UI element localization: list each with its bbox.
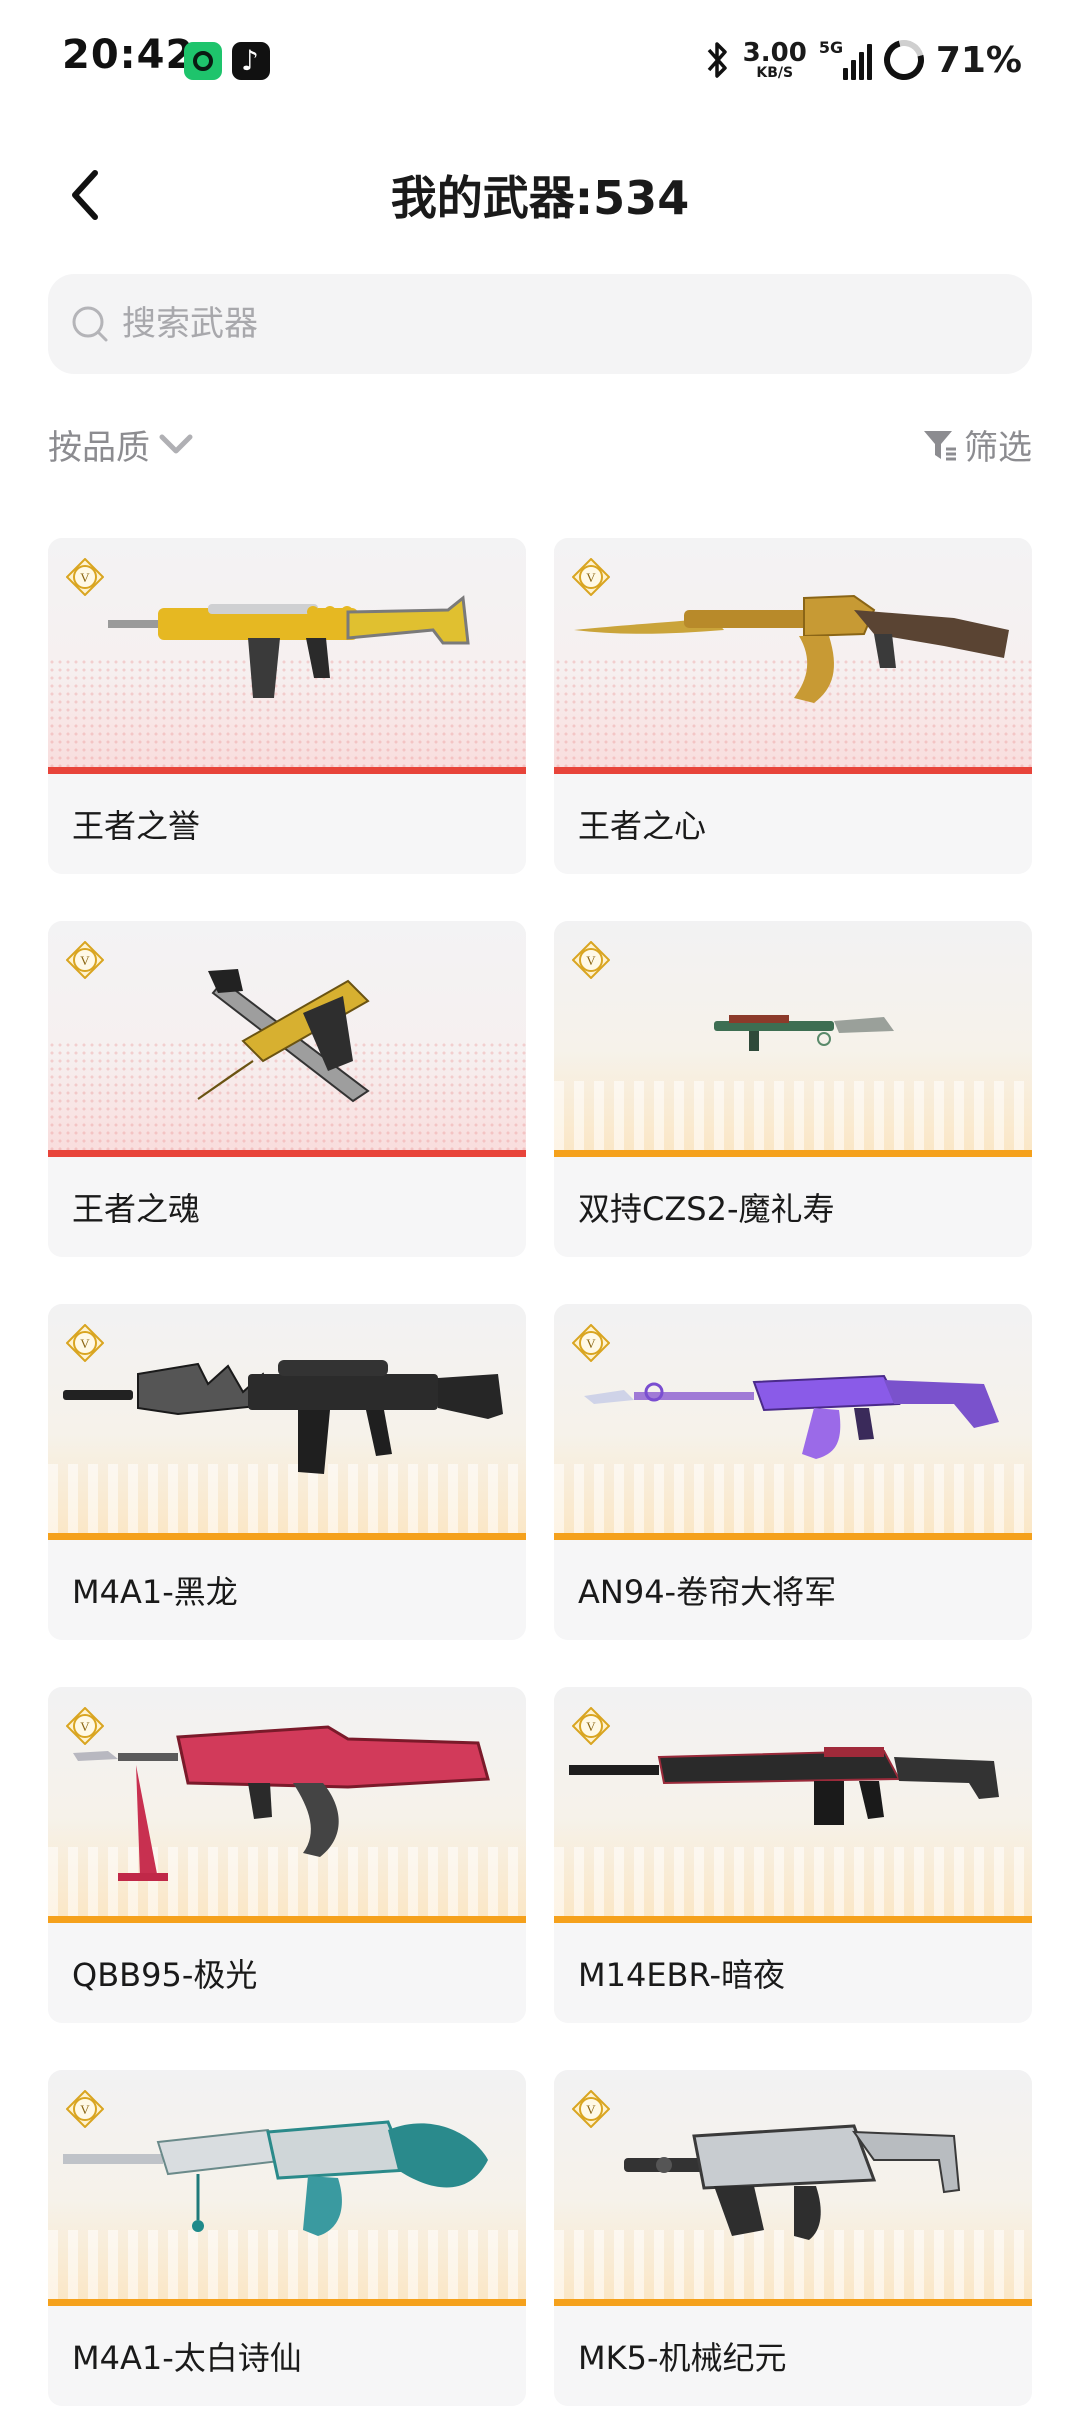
- weapon-image: [197, 969, 370, 1103]
- weapon-card[interactable]: V 王者之誉: [48, 538, 526, 874]
- vip-badge-label: V: [80, 1719, 90, 1734]
- weapon-image-area: V: [48, 538, 526, 774]
- video-app-icon: [184, 42, 222, 80]
- quality-bar: [48, 767, 526, 774]
- weapon-card[interactable]: V MK5-机械纪元: [554, 2070, 1032, 2406]
- filter-label: 筛选: [964, 428, 1032, 468]
- vip-badge-label: V: [80, 2102, 90, 2117]
- signal-icon: 5G: [818, 38, 872, 80]
- weapon-name: 双持CZS2-魔礼寿: [554, 1157, 1032, 1257]
- weapon-card[interactable]: V M14EBR-暗夜: [554, 1687, 1032, 2023]
- weapon-name: M4A1-太白诗仙: [48, 2306, 526, 2406]
- weapon-card[interactable]: V 王者之心: [554, 538, 1032, 874]
- weapon-name: QBB95-极光: [48, 1923, 526, 2023]
- weapon-image: [73, 1725, 490, 1881]
- vip-badge-icon: V: [572, 1324, 610, 1362]
- chevron-down-icon: [159, 434, 193, 453]
- vip-badge-icon: V: [572, 941, 610, 979]
- quality-bar: [554, 1150, 1032, 1157]
- weapon-image: [624, 2124, 961, 2240]
- quality-bar: [554, 1533, 1032, 1540]
- weapon-image-area: V: [554, 1304, 1032, 1540]
- vip-badge-icon: V: [66, 941, 104, 979]
- weapon-name: M4A1-黑龙: [48, 1540, 526, 1640]
- vip-badge-icon: V: [66, 1707, 104, 1745]
- quality-bar: [48, 1916, 526, 1923]
- weapon-grid: V 王者之誉 V 王者之心 V 王者之魂 V 双持CZS2-魔礼寿 V M4A1…: [48, 538, 1032, 2406]
- weapon-card[interactable]: V QBB95-极光: [48, 1687, 526, 2023]
- vip-badge-icon: V: [66, 558, 104, 596]
- battery-percent: 71%: [935, 39, 1022, 81]
- network-speed-value: 3.00: [742, 38, 807, 68]
- weapon-image: [584, 1374, 999, 1459]
- weapon-name: M14EBR-暗夜: [554, 1923, 1032, 2023]
- quality-bar: [48, 1533, 526, 1540]
- vip-badge-label: V: [80, 570, 90, 585]
- weapon-card[interactable]: V M4A1-太白诗仙: [48, 2070, 526, 2406]
- page-title: 我的武器:534: [390, 171, 690, 225]
- search-bar[interactable]: [48, 274, 1032, 374]
- weapon-image: [63, 1360, 503, 1474]
- weapon-image: [63, 2120, 488, 2236]
- search-input[interactable]: [122, 304, 982, 344]
- weapon-image: [569, 1747, 999, 1825]
- weapon-card[interactable]: V AN94-卷帘大将军: [554, 1304, 1032, 1640]
- weapon-image-area: V: [48, 1687, 526, 1923]
- filter-row: 按品质 筛选: [48, 420, 1032, 480]
- weapon-image-area: V: [554, 2070, 1032, 2306]
- funnel-icon: [924, 430, 956, 460]
- search-icon: [72, 306, 108, 342]
- vip-badge-icon: V: [66, 1324, 104, 1362]
- weapon-image: [714, 1015, 894, 1051]
- weapon-card[interactable]: V M4A1-黑龙: [48, 1304, 526, 1640]
- filter-button[interactable]: 筛选: [922, 420, 1032, 469]
- tiktok-icon: [232, 42, 270, 80]
- weapon-image: [108, 595, 470, 698]
- status-time: 20:42: [62, 32, 195, 78]
- vip-badge-label: V: [586, 1719, 596, 1734]
- bluetooth-icon: [707, 42, 727, 78]
- weapon-image: [574, 594, 1009, 703]
- weapon-image-area: V: [554, 1687, 1032, 1923]
- quality-bar: [554, 767, 1032, 774]
- vip-badge-icon: V: [572, 558, 610, 596]
- status-indicators: 3.00 KB/S 5G 71%: [705, 32, 1022, 88]
- vip-badge-label: V: [80, 1336, 90, 1351]
- network-speed-unit: KB/S: [756, 65, 794, 81]
- weapon-image-area: V: [554, 921, 1032, 1157]
- battery-icon: [876, 32, 932, 88]
- weapon-name: MK5-机械纪元: [554, 2306, 1032, 2406]
- quality-bar: [48, 1150, 526, 1157]
- vip-badge-label: V: [586, 2102, 596, 2117]
- quality-bar: [554, 1916, 1032, 1923]
- app-header: 我的武器:534: [0, 140, 1080, 250]
- quality-bar: [554, 2299, 1032, 2306]
- vip-badge-icon: V: [66, 2090, 104, 2128]
- weapon-image-area: V: [554, 538, 1032, 774]
- status-bar: 20:42 3.00 KB/S 5G 71%: [0, 0, 1080, 124]
- weapon-name: 王者之誉: [48, 774, 526, 874]
- vip-badge-label: V: [586, 1336, 596, 1351]
- weapon-card[interactable]: V 双持CZS2-魔礼寿: [554, 921, 1032, 1257]
- network-speed: 3.00 KB/S: [743, 40, 807, 80]
- weapon-card[interactable]: V 王者之魂: [48, 921, 526, 1257]
- quality-bar: [48, 2299, 526, 2306]
- network-type-label: 5G: [818, 38, 844, 57]
- weapon-name: 王者之魂: [48, 1157, 526, 1257]
- weapon-image-area: V: [48, 2070, 526, 2306]
- vip-badge-label: V: [80, 953, 90, 968]
- weapon-image-area: V: [48, 921, 526, 1157]
- vip-badge-label: V: [586, 953, 596, 968]
- weapon-name: AN94-卷帘大将军: [554, 1540, 1032, 1640]
- vip-badge-icon: V: [572, 1707, 610, 1745]
- vip-badge-icon: V: [572, 2090, 610, 2128]
- weapon-image-area: V: [48, 1304, 526, 1540]
- vip-badge-label: V: [586, 570, 596, 585]
- sort-quality-button[interactable]: 按品质: [48, 420, 194, 469]
- sort-quality-label: 按品质: [48, 428, 150, 468]
- weapon-name: 王者之心: [554, 774, 1032, 874]
